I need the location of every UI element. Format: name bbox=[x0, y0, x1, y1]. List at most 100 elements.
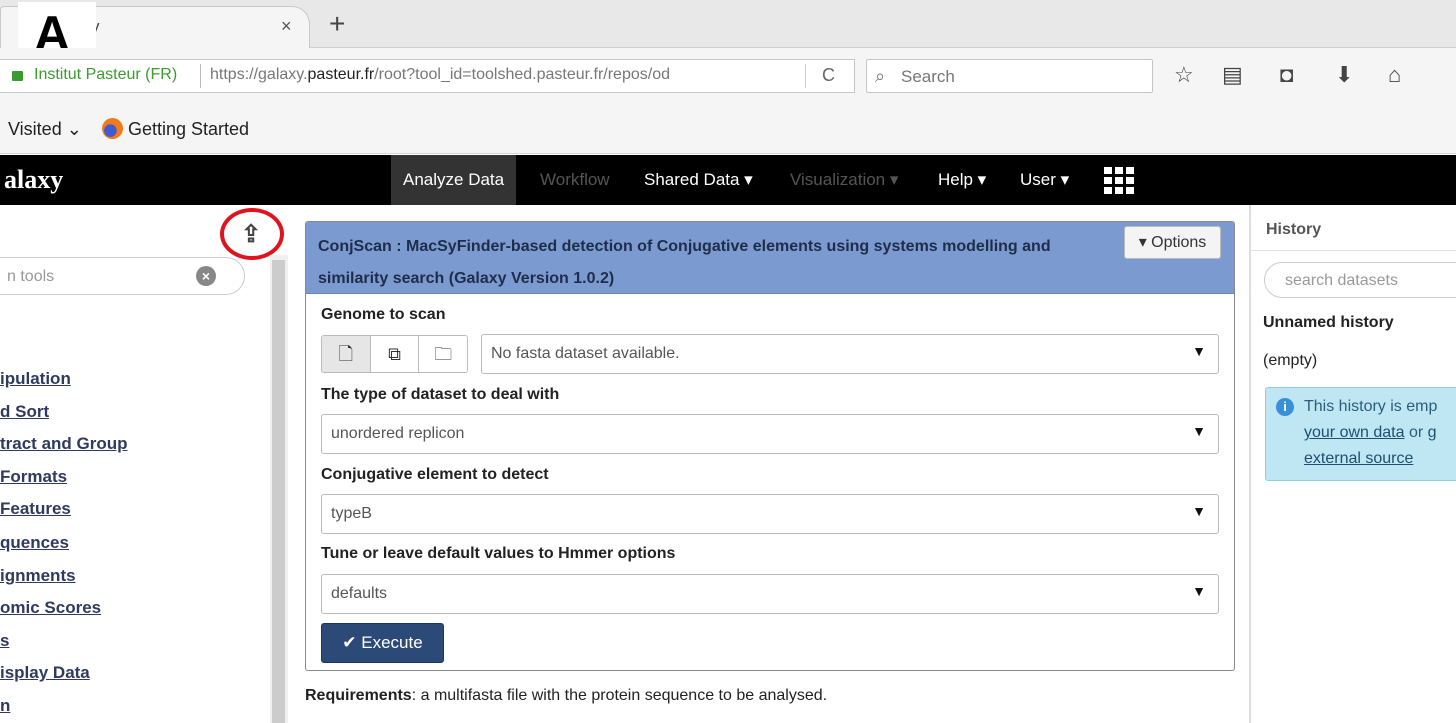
new-tab-button[interactable]: + bbox=[329, 8, 345, 40]
tool-form-header: ConjScan : MacSyFinder-based detection o… bbox=[306, 222, 1234, 294]
caret-down-icon: ▼ bbox=[1192, 343, 1206, 359]
tool-title: ConjScan : MacSyFinder-based detection o… bbox=[318, 238, 1051, 287]
history-name[interactable]: Unnamed history bbox=[1263, 314, 1394, 332]
hmmer-label: Tune or leave default values to Hmmer op… bbox=[321, 545, 676, 562]
element-value: typeB bbox=[331, 505, 372, 522]
tab-workflow[interactable]: Workflow bbox=[528, 155, 622, 205]
bookmarks-bar: Visited ⌄ Getting Started bbox=[0, 108, 1456, 154]
options-button[interactable]: ▾ Options bbox=[1124, 226, 1221, 259]
center-panel: ConjScan : MacSyFinder-based detection o… bbox=[290, 205, 1250, 723]
genome-select[interactable]: No fasta dataset available. ▼ bbox=[481, 334, 1219, 374]
site-identity[interactable]: Institut Pasteur (FR) bbox=[34, 66, 177, 84]
tool-panel: ⇪ n tools × ipulation d Sort tract and G… bbox=[0, 205, 290, 723]
chevron-down-icon: ⌄ bbox=[66, 119, 82, 139]
browser-search-input[interactable]: ⌕ Search bbox=[866, 59, 1153, 93]
download-icon[interactable]: ⬇ bbox=[1335, 62, 1353, 88]
tool-section-link[interactable]: Formats bbox=[0, 467, 67, 487]
caret-down-icon: ▼ bbox=[1192, 503, 1206, 519]
hmmer-value: defaults bbox=[331, 585, 388, 602]
history-panel: History search datasets Unnamed history … bbox=[1251, 205, 1456, 723]
galaxy-masthead: alaxy Analyze Data Workflow Shared Data … bbox=[0, 155, 1456, 205]
dataset-type-select[interactable]: unordered replicon ▼ bbox=[321, 414, 1219, 454]
lock-icon bbox=[12, 71, 23, 81]
tool-section-link[interactable]: tract and Group bbox=[0, 434, 128, 454]
reload-separator bbox=[805, 64, 806, 88]
tool-panel-scroll-thumb[interactable] bbox=[272, 260, 285, 723]
empty-history-message: i This history is emp your own data or g… bbox=[1265, 387, 1456, 481]
url-text[interactable]: https://galaxy.pasteur.fr/root?tool_id=t… bbox=[210, 66, 670, 84]
tool-section-link[interactable]: n bbox=[0, 696, 10, 716]
reload-icon[interactable]: C bbox=[822, 65, 835, 86]
bookmark-getting-started[interactable]: Getting Started bbox=[128, 119, 249, 140]
multiple-datasets-icon[interactable]: ⧉ bbox=[370, 336, 420, 372]
requirements-text: Requirements: a multifasta file with the… bbox=[305, 687, 827, 705]
hmmer-select[interactable]: defaults ▼ bbox=[321, 574, 1219, 614]
tool-section-link[interactable]: Features bbox=[0, 499, 71, 519]
close-tab-icon[interactable]: × bbox=[281, 16, 292, 37]
url-separator bbox=[200, 64, 201, 88]
url-prefix: https://galaxy. bbox=[210, 66, 308, 83]
upload-data-link[interactable]: your own data bbox=[1304, 424, 1405, 441]
url-domain: pasteur.fr bbox=[307, 66, 375, 83]
info-or-text: or bbox=[1404, 424, 1428, 441]
apps-grid-icon[interactable] bbox=[1104, 167, 1134, 194]
caret-down-icon: ▼ bbox=[1192, 583, 1206, 599]
firefox-icon bbox=[102, 118, 123, 139]
element-select[interactable]: typeB ▼ bbox=[321, 494, 1219, 534]
upload-icon: ⇪ bbox=[241, 221, 262, 248]
info-line-2: your own data or g bbox=[1304, 424, 1437, 442]
execute-button[interactable]: ✔ Execute bbox=[321, 623, 444, 663]
browser-nav-bar: Institut Pasteur (FR) https://galaxy.pas… bbox=[0, 48, 1456, 108]
tool-section-link[interactable]: ignments bbox=[0, 566, 76, 586]
bookmark-star-icon[interactable]: ☆ bbox=[1174, 62, 1194, 88]
tool-section-link[interactable]: d Sort bbox=[0, 402, 49, 422]
history-size: (empty) bbox=[1263, 352, 1318, 369]
get-data-link[interactable]: g bbox=[1428, 424, 1437, 441]
browser-tab-bar: y × + bbox=[0, 0, 1456, 48]
element-label: Conjugative element to detect bbox=[321, 466, 549, 483]
tab-shared-data[interactable]: Shared Data ▾ bbox=[632, 155, 765, 205]
dataset-type-value: unordered replicon bbox=[331, 425, 465, 442]
dataset-mode-toggle: 🗋 ⧉ 🗀 bbox=[321, 335, 468, 373]
upload-button[interactable]: ⇪ bbox=[220, 208, 284, 260]
bookmark-most-visited[interactable]: Visited ⌄ bbox=[8, 119, 82, 140]
search-icon: ⌕ bbox=[875, 66, 886, 86]
dataset-type-label: The type of dataset to deal with bbox=[321, 386, 560, 403]
galaxy-brand[interactable]: alaxy bbox=[4, 165, 63, 195]
tab-user[interactable]: User ▾ bbox=[1008, 155, 1081, 205]
tool-search-input[interactable]: n tools × bbox=[0, 257, 245, 295]
url-path: /root?tool_id=toolshed.pasteur.fr/repos/… bbox=[374, 66, 670, 83]
history-divider bbox=[1251, 250, 1456, 251]
info-line-3: external source bbox=[1304, 450, 1413, 468]
tab-help[interactable]: Help ▾ bbox=[926, 155, 998, 205]
genome-select-value: No fasta dataset available. bbox=[491, 345, 680, 362]
tab-visualization[interactable]: Visualization ▾ bbox=[778, 155, 910, 205]
tab-analyze-data[interactable]: Analyze Data bbox=[391, 155, 517, 205]
browser-search-placeholder: Search bbox=[901, 67, 955, 86]
clear-search-icon[interactable]: × bbox=[196, 266, 216, 286]
history-search-placeholder: search datasets bbox=[1285, 272, 1398, 289]
home-icon[interactable]: ⌂ bbox=[1388, 62, 1401, 88]
bookmark-most-visited-label: Visited bbox=[8, 119, 62, 139]
tool-form: ConjScan : MacSyFinder-based detection o… bbox=[305, 221, 1235, 671]
requirements-body: : a multifasta file with the protein seq… bbox=[411, 687, 828, 704]
history-search-input[interactable]: search datasets bbox=[1264, 262, 1456, 298]
tool-section-link[interactable]: omic Scores bbox=[0, 598, 101, 618]
reading-list-icon[interactable]: ▤ bbox=[1222, 62, 1243, 88]
dataset-collection-icon[interactable]: 🗀 bbox=[419, 336, 467, 372]
genome-label: Genome to scan bbox=[321, 306, 446, 323]
url-bar[interactable]: Institut Pasteur (FR) https://galaxy.pas… bbox=[0, 59, 855, 93]
requirements-heading: Requirements bbox=[305, 687, 412, 704]
tool-section-link[interactable]: quences bbox=[0, 533, 69, 553]
pocket-icon[interactable]: ◘ bbox=[1280, 62, 1293, 88]
history-title: History bbox=[1266, 221, 1322, 238]
tool-search-placeholder: n tools bbox=[7, 268, 55, 285]
tool-section-link[interactable]: ipulation bbox=[0, 369, 71, 389]
tool-section-link[interactable]: isplay Data bbox=[0, 663, 90, 683]
info-text: This history is emp bbox=[1304, 398, 1438, 415]
info-icon: i bbox=[1276, 398, 1294, 416]
caret-down-icon: ▼ bbox=[1192, 423, 1206, 439]
single-dataset-icon[interactable]: 🗋 bbox=[322, 336, 371, 372]
tool-section-link[interactable]: s bbox=[0, 631, 9, 651]
external-source-link[interactable]: external source bbox=[1304, 450, 1413, 467]
